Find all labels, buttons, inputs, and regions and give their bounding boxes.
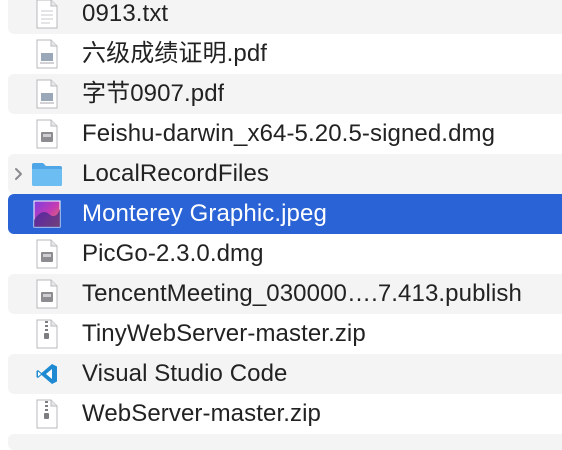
file-name: 字节0907.pdf [82, 80, 225, 107]
file-name: WebServer-master.zip [82, 400, 321, 427]
file-name: PicGo-2.3.0.dmg [82, 240, 264, 267]
zip-file-icon [30, 398, 64, 430]
file-row-feishu-dmg[interactable]: Feishu-darwin_x64-5.20.5-signed.dmg [8, 114, 562, 154]
file-row-webserver-zip[interactable]: WebServer-master.zip [8, 394, 562, 434]
file-row-tencentmeeting-dmg[interactable]: TencentMeeting_030000….7.413.publish [8, 274, 562, 314]
folder-icon [30, 158, 64, 190]
file-row-tinywebserver-zip[interactable]: TinyWebServer-master.zip [8, 314, 562, 354]
vscode-app-icon [30, 358, 64, 390]
file-name: LocalRecordFiles [82, 160, 270, 187]
file-name: Feishu-darwin_x64-5.20.5-signed.dmg [82, 120, 496, 147]
file-row-picgo-dmg[interactable]: PicGo-2.3.0.dmg [8, 234, 562, 274]
file-list: 0913.txt 六级成绩证明.pdf 字节0907.pdf Feishu-da… [0, 0, 562, 450]
file-row-localrecordfiles[interactable]: LocalRecordFiles [8, 154, 562, 194]
file-name: 六级成绩证明.pdf [82, 40, 268, 67]
file-name: 0913.txt [82, 0, 169, 27]
file-row-cet6-pdf[interactable]: 六级成绩证明.pdf [8, 34, 562, 74]
zip-file-icon [30, 318, 64, 350]
text-file-icon [30, 0, 64, 30]
file-name: TencentMeeting_030000….7.413.publish [82, 280, 522, 307]
disk-image-icon [30, 118, 64, 150]
file-name: Monterey Graphic.jpeg [82, 200, 327, 227]
disk-image-icon [30, 238, 64, 270]
disk-image-icon [30, 278, 64, 310]
file-row-vscode-app[interactable]: Visual Studio Code [8, 354, 562, 394]
file-row-monterey-jpeg[interactable]: Monterey Graphic.jpeg [8, 194, 562, 234]
file-row-bytedance-pdf[interactable]: 字节0907.pdf [8, 74, 562, 114]
empty-row [8, 434, 562, 450]
disclosure-chevron-icon[interactable] [8, 154, 30, 194]
pdf-file-icon [30, 38, 64, 70]
image-file-icon [30, 198, 64, 230]
pdf-file-icon [30, 78, 64, 110]
file-name: TinyWebServer-master.zip [82, 320, 366, 347]
file-name: Visual Studio Code [82, 360, 288, 387]
file-row-0913-txt[interactable]: 0913.txt [8, 0, 562, 34]
